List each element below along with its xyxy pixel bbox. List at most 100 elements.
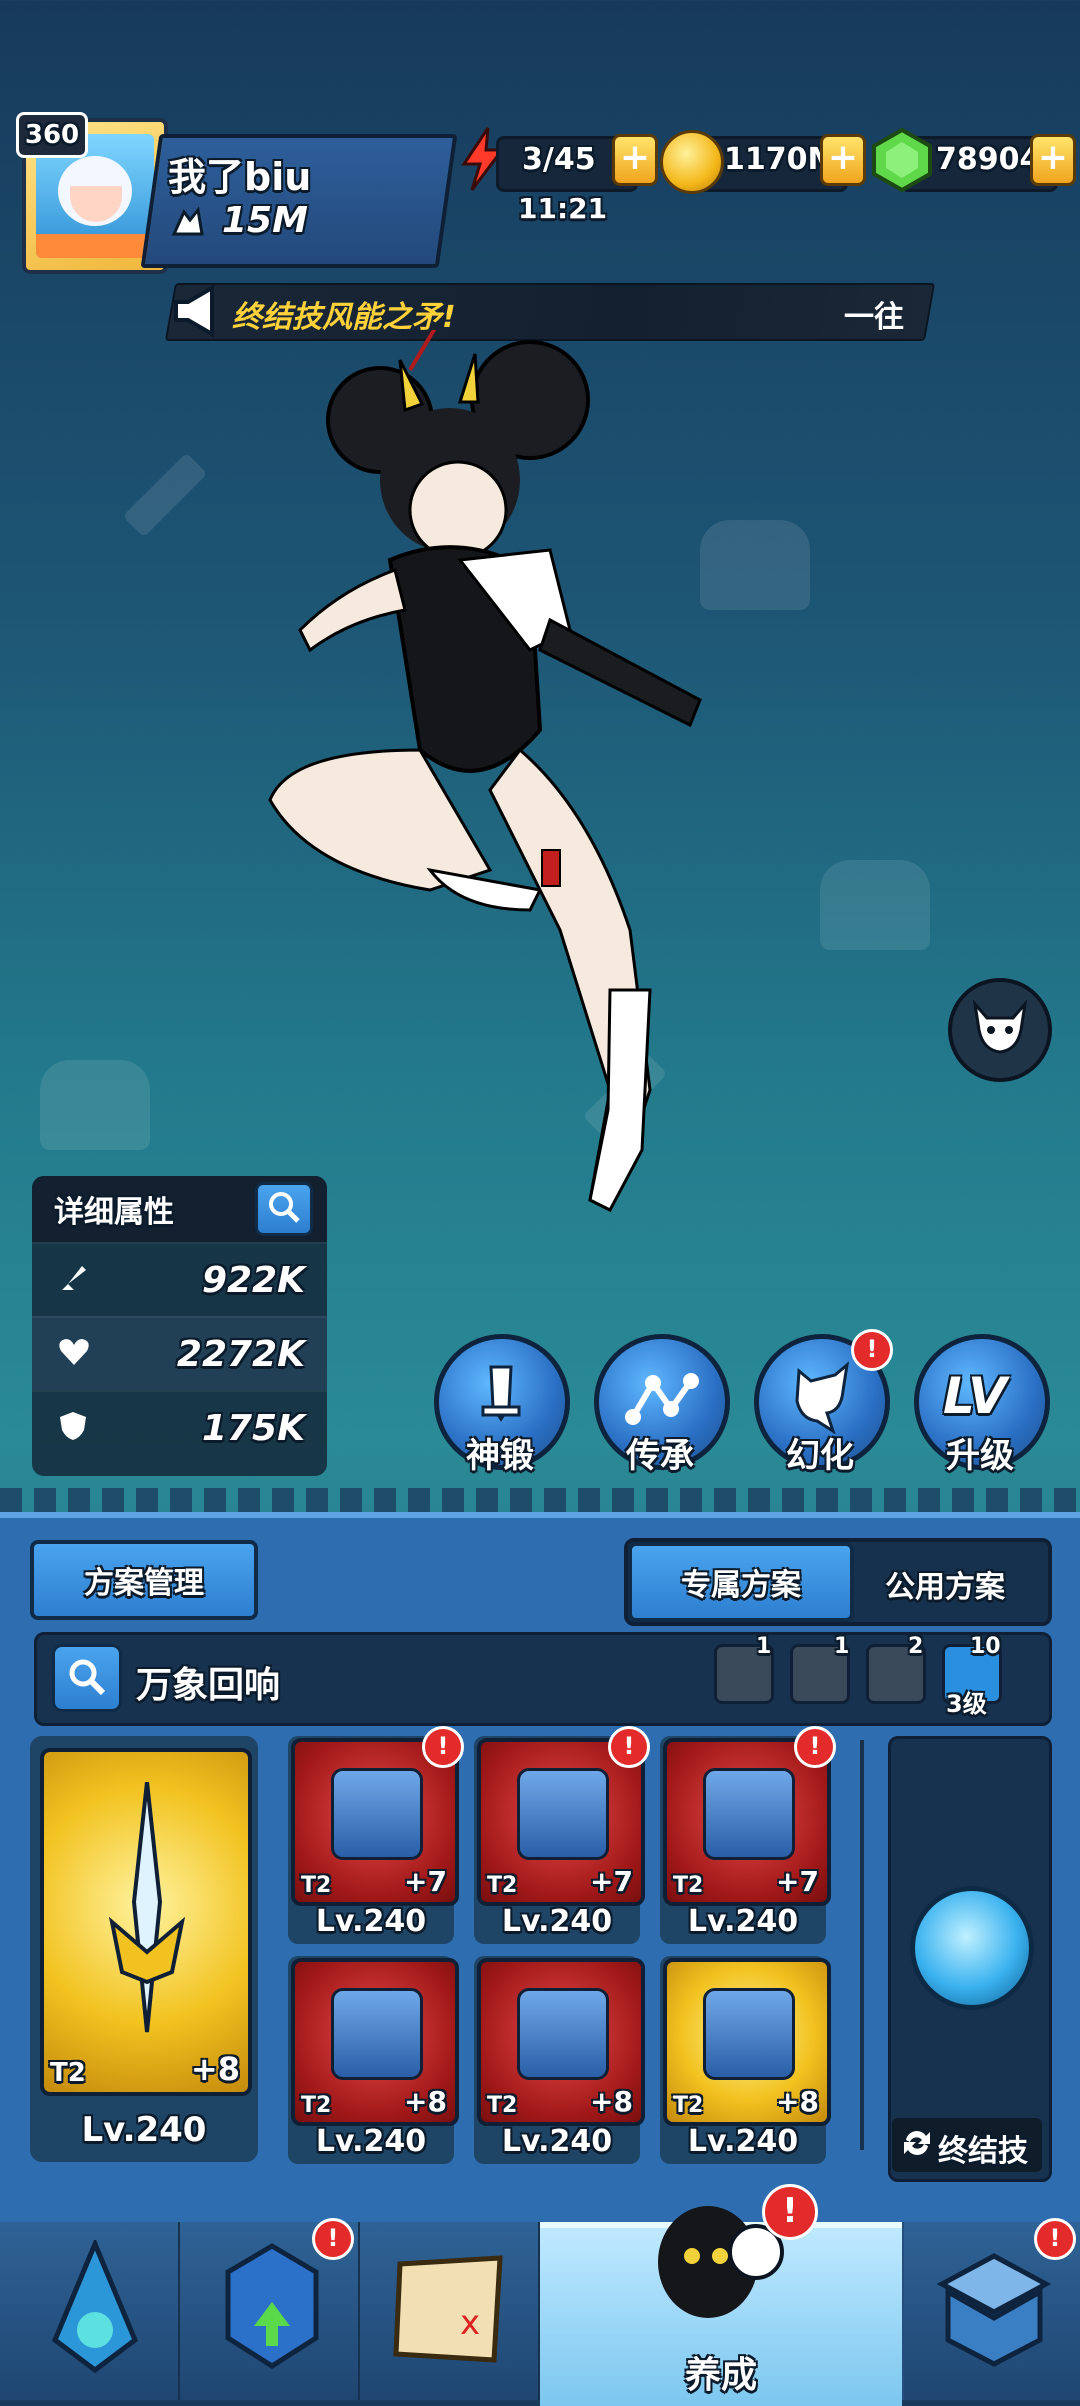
- forge-label: 神锻: [466, 1436, 534, 1476]
- set-info-button[interactable]: [52, 1644, 122, 1712]
- transform-label: 幻化: [786, 1436, 854, 1476]
- stat-value: 922K: [201, 1259, 305, 1301]
- spear-icon: [102, 1781, 192, 2056]
- sword-icon: [58, 1262, 98, 1298]
- gear-enhance: +8: [590, 2085, 633, 2118]
- boots-icon: [517, 1988, 609, 2080]
- gem-value: 78904: [936, 142, 1041, 177]
- player-name: 我了biu: [168, 155, 312, 199]
- nav-upgrade[interactable]: !: [180, 2218, 361, 2400]
- bg-monster-watermark: [40, 1060, 150, 1150]
- energy-value: 3/45: [522, 142, 596, 177]
- alert-badge: !: [312, 2218, 354, 2260]
- bg-monster-watermark: [820, 860, 930, 950]
- gear-card[interactable]: T2 +8: [663, 1958, 831, 2126]
- tab-public-plan[interactable]: 公用方案: [852, 1562, 1038, 1606]
- energy-timer: 11:21: [518, 192, 608, 225]
- nodes-icon: [623, 1369, 701, 1433]
- gear-enhance: +8: [776, 2085, 819, 2118]
- search-icon: [67, 1657, 107, 1701]
- alert-badge: !: [608, 1726, 650, 1768]
- set-count: 10: [970, 1634, 1001, 1659]
- gear-tier: T2: [487, 1873, 518, 1898]
- alert-badge: !: [422, 1726, 464, 1768]
- stats-detail-button[interactable]: [255, 1182, 313, 1236]
- stats-panel: 详细属性 922K 2272K 175K: [32, 1176, 327, 1476]
- gear-level: Lv.240: [687, 1904, 799, 1939]
- set-count: 1: [756, 1634, 772, 1659]
- gear-level: Lv.240: [501, 1904, 613, 1939]
- gear-level: Lv.240: [501, 2124, 613, 2159]
- gear-card[interactable]: T2 +8: [477, 1958, 645, 2126]
- add-energy-button[interactable]: +: [612, 134, 658, 186]
- chest-armor-icon: [517, 1768, 609, 1860]
- nav-crystal[interactable]: [0, 2222, 181, 2400]
- stat-row-hp: 2272K: [32, 1316, 327, 1390]
- crystal-icon: [40, 2237, 150, 2384]
- ultimate-label: 终结技: [938, 2134, 1028, 2169]
- shield-icon: [58, 1410, 98, 1446]
- alert-badge: !: [762, 2184, 818, 2240]
- monster-icon: [969, 999, 1031, 1060]
- stat-value: 2272K: [176, 1333, 305, 1375]
- svg-text:x: x: [460, 2303, 480, 2343]
- gauntlet-icon: [331, 1988, 423, 2080]
- gear-tier: T2: [301, 2093, 332, 2118]
- set-count: 1: [834, 1634, 850, 1659]
- gear-slot[interactable]: T2 +7! Lv.240: [474, 1726, 650, 1944]
- gear-card[interactable]: T2 +8: [291, 1958, 459, 2126]
- green-gem-icon: [870, 127, 934, 196]
- gear-level: Lv.240: [315, 2124, 427, 2159]
- panel-divider: [860, 1740, 864, 2150]
- gear-slot[interactable]: T2 +7! Lv.240: [288, 1726, 464, 1944]
- gear-tier: T2: [673, 1873, 704, 1898]
- plan-manage-button[interactable]: 方案管理: [30, 1540, 258, 1620]
- swap-icon: [900, 2126, 934, 2164]
- banner-text-right: 一往: [844, 300, 904, 335]
- gear-slot[interactable]: T2 +8 Lv.240: [288, 1956, 459, 2164]
- gear-slot[interactable]: T2 +8 Lv.240: [474, 1956, 645, 2164]
- player-level-badge: 360: [16, 112, 88, 158]
- weapon-level: Lv.240: [81, 2110, 207, 2150]
- gear-tier: T2: [673, 2093, 704, 2118]
- alert-badge: !: [794, 1726, 836, 1768]
- yin-yang-icon: [910, 1886, 1034, 2010]
- set-tier-label: 3级: [946, 1690, 987, 1718]
- necklace-icon: [703, 1988, 795, 2080]
- pet-switch-button[interactable]: [948, 978, 1052, 1082]
- nav-shop[interactable]: !: [904, 2218, 1080, 2400]
- gear-tier: T2: [487, 2093, 518, 2118]
- tab-exclusive-plan[interactable]: 专属方案: [628, 1542, 854, 1622]
- level-up-icon: LV: [943, 1367, 1007, 1425]
- bg-sword-watermark: [122, 452, 208, 538]
- gear-slot[interactable]: T2 +8 Lv.240: [660, 1956, 831, 2164]
- weapon-card[interactable]: T2 +8: [40, 1748, 252, 2096]
- nav-cultivate-label: 养成: [684, 2355, 757, 2396]
- stat-value: 175K: [201, 1407, 305, 1449]
- map-icon: x: [390, 2250, 510, 2374]
- shop-icon: [934, 2248, 1054, 2372]
- stat-row-attack: 922K: [32, 1242, 327, 1316]
- gear-slot[interactable]: T2 +7! Lv.240: [660, 1726, 836, 1944]
- hero-character-art[interactable]: [230, 318, 810, 1250]
- gear-enhance: +7: [776, 1865, 819, 1898]
- gear-enhance: +8: [404, 2085, 447, 2118]
- set-name: 万象回响: [136, 1665, 281, 1706]
- stat-row-defense: 175K: [32, 1390, 327, 1464]
- inherit-label: 传承: [626, 1436, 694, 1476]
- gear-level: Lv.240: [315, 1904, 427, 1939]
- nav-map[interactable]: x: [360, 2222, 541, 2400]
- gold-coin-icon: [660, 130, 724, 194]
- add-gem-button[interactable]: +: [1030, 134, 1076, 186]
- helmet-icon: [331, 1768, 423, 1860]
- player-power: 15M: [222, 200, 308, 241]
- gear-level: Lv.240: [687, 2124, 799, 2159]
- stats-title: 详细属性: [54, 1195, 174, 1230]
- gear-enhance: +7: [590, 1865, 633, 1898]
- nav-cultivate[interactable]: ! 养成: [540, 2184, 902, 2406]
- stats-header: 详细属性: [32, 1176, 327, 1242]
- upgrade-gem-icon: [222, 2242, 322, 2376]
- bottom-nav: ! x ! 养成 !: [0, 2184, 1080, 2406]
- weapon-enhance: +8: [190, 2050, 240, 2088]
- add-gold-button[interactable]: +: [820, 134, 866, 186]
